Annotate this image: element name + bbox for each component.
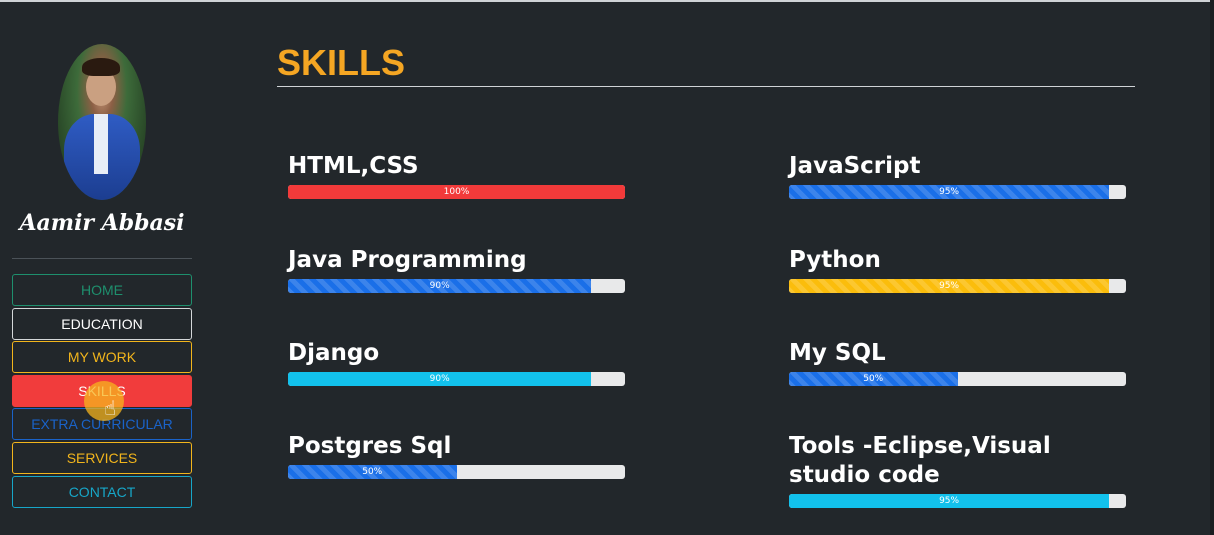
nav-my-work-button[interactable]: MY WORK — [12, 341, 192, 374]
skill-label: Tools -Eclipse,Visual studio code — [789, 433, 1051, 488]
progress-bar: 90% — [288, 279, 625, 293]
page-title: SKILLS — [277, 42, 406, 83]
progress-fill: 90% — [288, 372, 592, 386]
skill-item: Django 90% — [288, 339, 625, 386]
progress-fill: 95% — [789, 279, 1110, 293]
progress-fill: 90% — [288, 279, 592, 293]
profile-name: Aamir Abbasi — [19, 210, 185, 236]
skill-item: My SQL 50% — [789, 339, 1126, 386]
nav-education-button[interactable]: EDUCATION — [12, 307, 192, 340]
nav-home-button[interactable]: HOME — [12, 274, 192, 306]
skill-label: Python — [789, 247, 881, 273]
skill-item: Python 95% — [789, 246, 1126, 293]
pointer-hand-icon: ☝ — [104, 396, 117, 420]
progress-percent-label: 95% — [939, 281, 960, 291]
title-underline — [277, 86, 1135, 87]
skill-item: HTML,CSS 100% — [288, 152, 625, 199]
progress-bar: 50% — [288, 465, 625, 479]
skill-item: JavaScript 95% — [789, 152, 1126, 199]
progress-fill: 100% — [288, 185, 625, 199]
progress-bar: 50% — [789, 372, 1126, 386]
skill-item: Tools -Eclipse,Visual studio code 95% — [789, 432, 1126, 508]
avatar — [58, 44, 146, 200]
progress-percent-label: 100% — [443, 187, 470, 197]
progress-bar: 90% — [288, 372, 625, 386]
progress-bar: 95% — [789, 185, 1126, 199]
progress-percent-label: 50% — [362, 467, 383, 477]
progress-bar: 95% — [789, 279, 1126, 293]
progress-fill: 50% — [288, 465, 457, 479]
progress-fill: 95% — [789, 494, 1110, 508]
skill-label: My SQL — [789, 340, 886, 366]
skill-label: Postgres Sql — [288, 433, 452, 459]
progress-fill: 95% — [789, 185, 1110, 199]
skill-item: Java Programming 90% — [288, 246, 625, 293]
progress-bar: 95% — [789, 494, 1126, 508]
window-right-edge — [1210, 0, 1214, 535]
sidebar: Aamir Abbasi HOME EDUCATION MY WORK SKIL… — [0, 0, 205, 535]
nav-services-button[interactable]: SERVICES — [12, 441, 192, 474]
skill-label: Java Programming — [288, 247, 527, 273]
skill-label: HTML,CSS — [288, 153, 419, 179]
progress-percent-label: 50% — [863, 374, 884, 384]
skill-label: Django — [288, 340, 380, 366]
progress-percent-label: 90% — [429, 281, 450, 291]
progress-percent-label: 95% — [939, 496, 960, 506]
progress-fill: 50% — [789, 372, 958, 386]
sidebar-divider — [12, 258, 192, 259]
progress-percent-label: 90% — [429, 374, 450, 384]
progress-bar: 100% — [288, 185, 625, 199]
progress-percent-label: 95% — [939, 187, 960, 197]
skill-label: JavaScript — [789, 153, 921, 179]
nav-contact-button[interactable]: CONTACT — [12, 475, 192, 508]
skill-item: Postgres Sql 50% — [288, 432, 625, 479]
